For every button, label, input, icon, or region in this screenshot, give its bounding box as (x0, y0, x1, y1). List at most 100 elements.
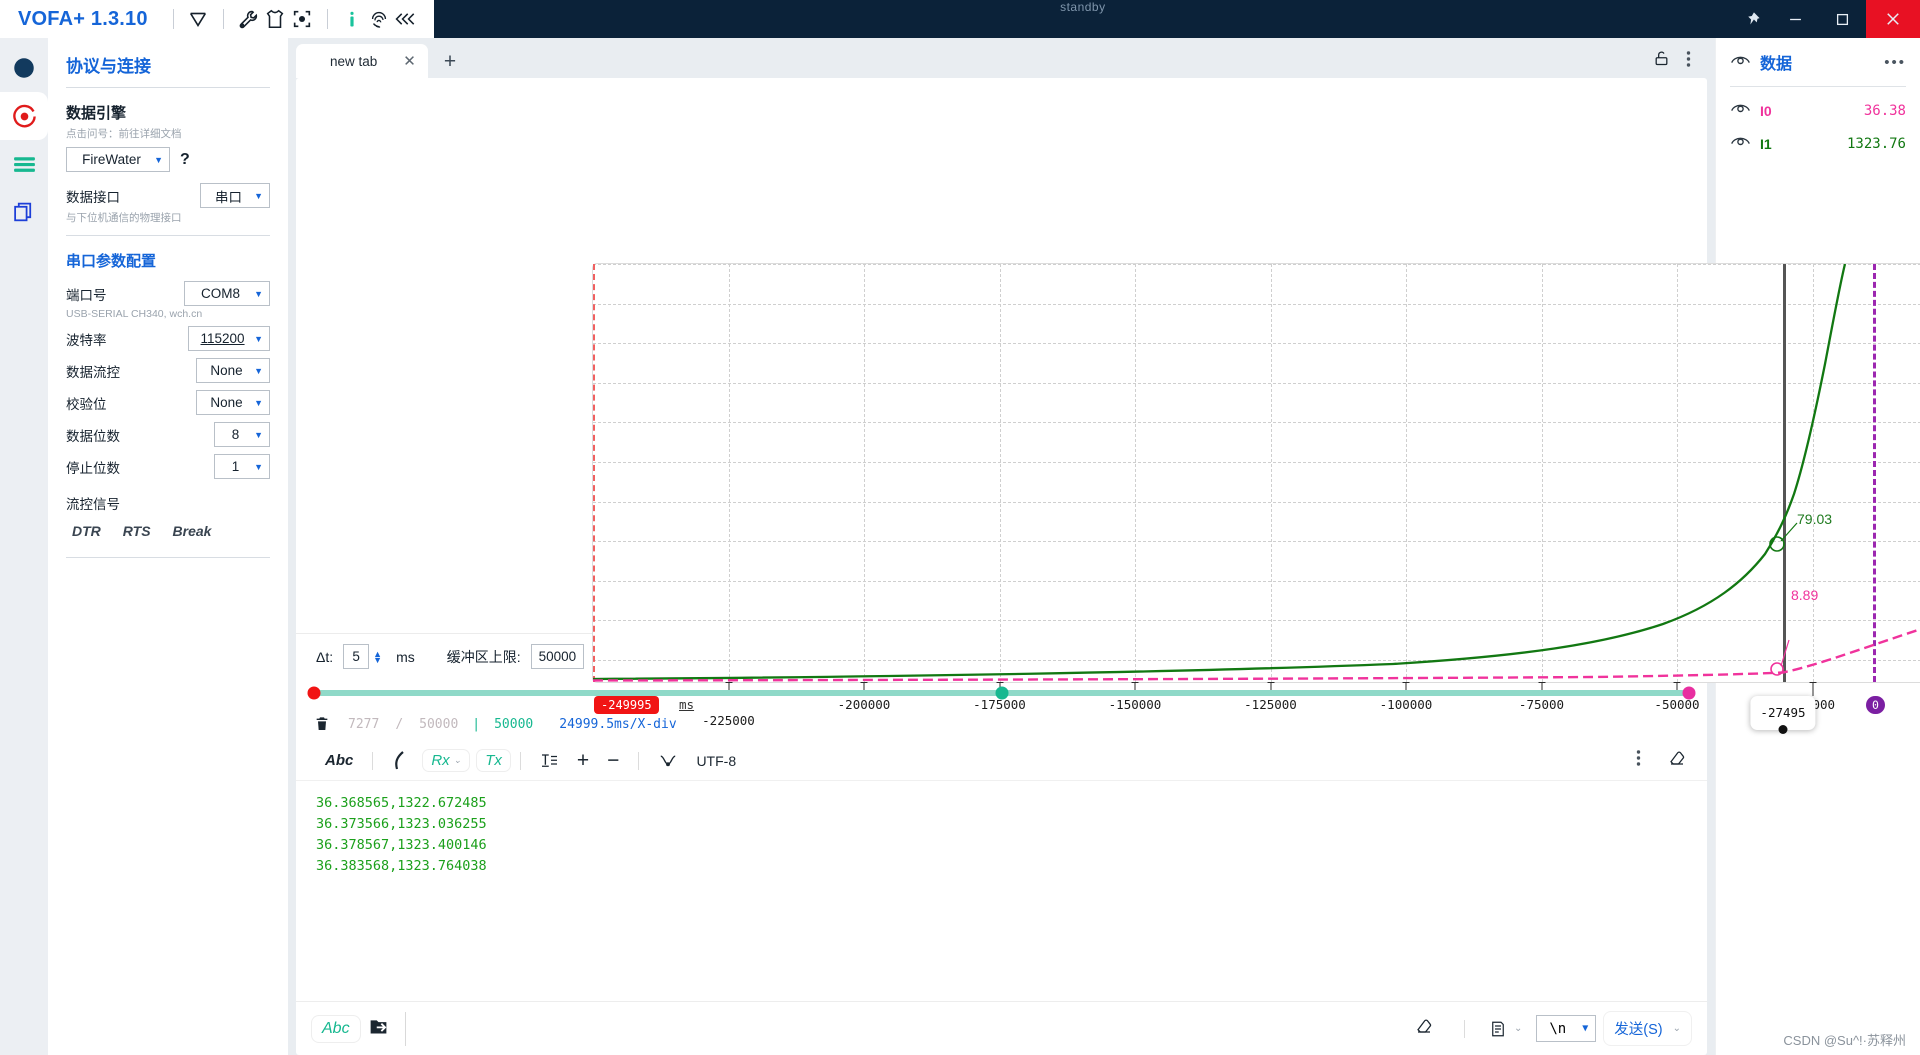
connection-status: standby (1060, 0, 1106, 14)
maximize-button[interactable] (1819, 0, 1866, 38)
data-interface-select[interactable]: 串口 ▼ (200, 183, 270, 208)
separator-bar: | (472, 716, 481, 732)
console-line: 36.383568,1323.764038 (316, 858, 487, 874)
baudrate-select[interactable]: 115200 ▼ (188, 326, 270, 351)
unlock-icon[interactable] (1653, 50, 1670, 72)
abc-toggle-button[interactable]: Abc (316, 747, 362, 775)
dt-stepper[interactable]: ▲ ▼ (373, 649, 382, 664)
info-icon[interactable] (339, 6, 366, 33)
hook-icon[interactable] (383, 747, 415, 775)
left-rail (0, 38, 48, 1055)
annotation-i1-value: 79.03 (1797, 511, 1833, 527)
data-engine-value: FireWater (82, 152, 141, 167)
title-bar-toolbar: VOFA+ 1.3.10 (0, 0, 434, 38)
target-icon[interactable] (289, 6, 316, 33)
slider-track[interactable] (307, 686, 1696, 700)
tx-button[interactable]: Tx (477, 750, 510, 771)
parity-label: 校验位 (66, 396, 107, 412)
text-wrap-icon[interactable] (531, 747, 568, 775)
eye-icon[interactable] (1730, 101, 1751, 120)
chevron-down-icon: ⌄ (453, 755, 462, 765)
send-abc-toggle[interactable]: Abc (312, 1015, 360, 1042)
rail-item-record-dot[interactable] (0, 44, 48, 92)
buffer-input[interactable]: 50000 (530, 644, 585, 669)
eye-icon[interactable] (1730, 134, 1751, 153)
eraser-icon[interactable] (1402, 1017, 1446, 1040)
break-button[interactable]: Break (173, 523, 212, 539)
databits-select[interactable]: 8 ▼ (214, 422, 270, 447)
chevron-down-icon: ▼ (254, 190, 263, 201)
wrench-icon[interactable] (235, 6, 262, 33)
data-row-i0[interactable]: I0 36.38 (1730, 101, 1906, 120)
stopbits-select[interactable]: 1 ▼ (214, 454, 270, 479)
data-panel-title: 数据 (1760, 56, 1793, 73)
divider (326, 9, 328, 29)
buffer-size: 50000 (494, 716, 534, 732)
encoding-label[interactable]: UTF-8 (687, 747, 745, 775)
send-input[interactable] (404, 1011, 1394, 1046)
chevron-down-icon: ▼ (254, 288, 263, 299)
help-question-icon[interactable]: ? (180, 151, 190, 169)
branch-icon[interactable] (649, 747, 687, 775)
flowcontrol-select[interactable]: None ▼ (196, 358, 270, 383)
newline-select[interactable]: \n ▼ (1536, 1015, 1597, 1042)
slider-handle-center[interactable] (995, 686, 1008, 700)
x-axis-end-cursor[interactable] (1873, 264, 1876, 682)
parity-select[interactable]: None ▼ (196, 390, 270, 415)
slider-handle-left[interactable] (307, 686, 321, 700)
serial-config-heading: 串口参数配置 (66, 253, 157, 270)
app-title: VOFA+ 1.3.10 (18, 7, 148, 30)
channel-value-i0: 36.38 (1863, 102, 1906, 119)
x-tick-label: -125000 (1244, 697, 1297, 712)
rail-item-layers[interactable] (0, 188, 48, 236)
flow-signal-heading: 流控信号 (66, 497, 120, 512)
console-line: 36.368565,1322.672485 (316, 795, 487, 811)
channel-name-i1: I1 (1760, 135, 1772, 152)
measure-cursor[interactable] (1783, 264, 1786, 682)
x-div-scale: 24999.5ms/X-div (559, 716, 677, 732)
divider (66, 557, 270, 558)
file-send-icon[interactable] (368, 1016, 389, 1042)
rx-button[interactable]: Rx ⌄ (423, 750, 470, 771)
eye-icon[interactable] (1730, 53, 1751, 72)
chevron-down-icon: ⌄ (1672, 1023, 1681, 1034)
dtr-button[interactable]: DTR (72, 523, 101, 539)
data-panel-menu[interactable]: ••• (1884, 54, 1906, 71)
shirt-icon[interactable] (262, 6, 289, 33)
send-button[interactable]: 发送(S) ⌄ (1604, 1012, 1691, 1045)
dt-input[interactable]: 5 (343, 644, 370, 669)
zoom-out-button[interactable]: − (598, 747, 628, 775)
eraser-icon[interactable] (1667, 749, 1687, 772)
cursor-handle[interactable] (1778, 725, 1788, 734)
rts-button[interactable]: RTS (123, 523, 151, 539)
close-button[interactable] (1866, 0, 1920, 38)
console-output[interactable]: 36.368565,1322.672485 36.373566,1323.036… (296, 781, 1707, 1001)
plot-area[interactable]: VOFA (296, 78, 1920, 734)
tx-label: Tx (485, 752, 502, 769)
title-bar: VOFA+ 1.3.10 standby (0, 0, 1920, 38)
data-engine-select[interactable]: FireWater ▼ (66, 147, 170, 172)
vofa-logo-icon[interactable] (185, 6, 212, 33)
rail-item-record-circle[interactable] (0, 92, 48, 140)
cursor-zero-badge: 0 (1866, 696, 1885, 714)
collapse-left-icon[interactable] (393, 6, 420, 33)
minimize-button[interactable] (1772, 0, 1819, 38)
fingerprint-icon[interactable] (366, 6, 393, 33)
plot-canvas[interactable]: 361.46 325.79 290.13 254.46 218.79 183.1… (592, 263, 1920, 734)
port-select[interactable]: COM8 ▼ (184, 281, 270, 306)
annotation-i0-value: 8.89 (1791, 587, 1819, 603)
console-line: 36.378567,1323.400146 (316, 837, 487, 853)
zoom-in-button[interactable]: + (568, 747, 598, 775)
kebab-menu-icon[interactable] (1686, 50, 1691, 73)
slider-handle-right[interactable] (1682, 686, 1696, 700)
x-origin-badge: -249995 (594, 696, 659, 714)
data-row-i1[interactable]: I1 1323.76 (1730, 134, 1906, 153)
x-tick-label: -200000 (837, 697, 891, 712)
pin-icon[interactable] (1732, 0, 1772, 38)
rail-item-list-lines[interactable] (0, 140, 48, 188)
kebab-menu-icon[interactable] (1636, 749, 1641, 772)
script-icon[interactable]: ⌄ (1483, 1019, 1528, 1039)
flow-signal-buttons: DTR RTS Break (66, 523, 270, 539)
trash-icon[interactable] (314, 715, 330, 733)
tab-content-sheet: VOFA (296, 50, 1920, 1055)
